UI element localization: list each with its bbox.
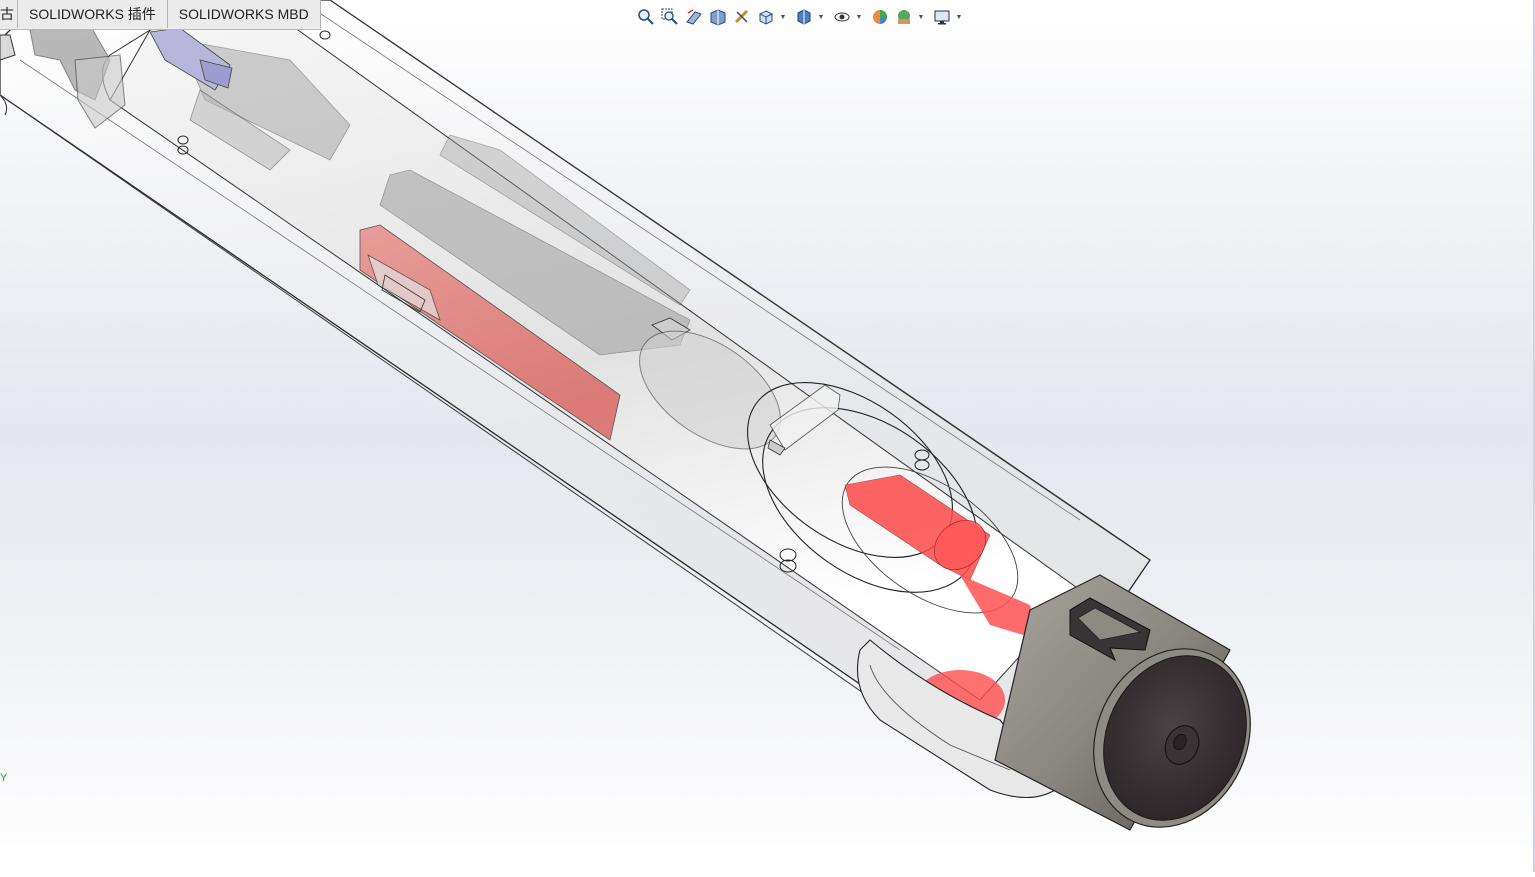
tab-solidworks-addins[interactable]: SOLIDWORKS 插件 — [18, 0, 168, 28]
command-manager-tabs: 古 SOLIDWORKS 插件 SOLIDWORKS MBD — [0, 0, 321, 30]
tab-evaluate[interactable]: 古 — [0, 0, 18, 28]
heads-up-view-toolbar: ▼ ▼ ▼ ▼ ▼ — [636, 6, 966, 28]
apply-scene-dropdown[interactable]: ▼ — [918, 7, 925, 27]
hide-show-dropdown[interactable]: ▼ — [856, 7, 863, 27]
graphics-area[interactable] — [0, 0, 1535, 872]
edit-appearance-icon[interactable] — [870, 7, 890, 27]
zoom-to-fit-icon[interactable] — [636, 7, 656, 27]
inner-shaft — [102, 9, 1081, 701]
dynamic-annotation-views-icon[interactable] — [732, 7, 752, 27]
triad-axis-label: Y — [0, 772, 8, 784]
view-orientation-icon[interactable] — [756, 7, 776, 27]
model-view — [0, 0, 1251, 831]
view-orientation-dropdown[interactable]: ▼ — [780, 7, 787, 27]
previous-view-icon[interactable] — [684, 7, 704, 27]
zoom-to-area-icon[interactable] — [660, 7, 680, 27]
view-settings-icon[interactable] — [932, 7, 952, 27]
section-view-icon[interactable] — [708, 7, 728, 27]
apply-scene-icon[interactable] — [894, 7, 914, 27]
reference-triad: Y — [0, 772, 7, 784]
display-style-icon[interactable] — [794, 7, 814, 27]
view-settings-dropdown[interactable]: ▼ — [956, 7, 963, 27]
hide-show-items-icon[interactable] — [832, 7, 852, 27]
end-cap — [994, 574, 1251, 831]
display-style-dropdown[interactable]: ▼ — [818, 7, 825, 27]
tab-solidworks-mbd[interactable]: SOLIDWORKS MBD — [167, 0, 321, 28]
